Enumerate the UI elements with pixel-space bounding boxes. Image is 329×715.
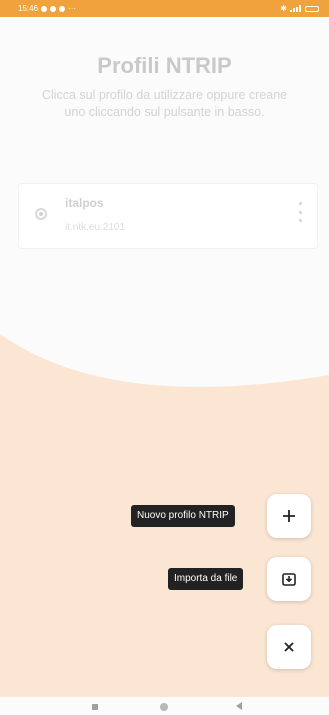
import-file-icon	[282, 573, 296, 586]
more-options-icon[interactable]	[299, 202, 303, 222]
profile-detail: it.ntk.eu:2101	[65, 222, 126, 233]
import-file-label[interactable]: Importa da file	[168, 568, 244, 590]
home-icon[interactable]	[160, 703, 168, 711]
signal-icon	[290, 5, 302, 12]
profile-name: italpos	[65, 196, 104, 210]
back-icon[interactable]	[236, 702, 242, 710]
status-bar: 15:46 ··· ✱	[0, 0, 329, 17]
status-bar-left: 15:46 ···	[18, 4, 76, 13]
status-time: 15:46	[18, 4, 39, 13]
bluetooth-icon: ✱	[280, 4, 287, 13]
app-notification-icon	[59, 5, 66, 12]
more-notifications-icon: ···	[68, 4, 77, 13]
plus-icon	[283, 510, 295, 522]
import-file-button[interactable]	[267, 557, 311, 601]
profile-card-italpos[interactable]: italpos it.ntk.eu:2101	[18, 183, 318, 249]
page-title: Profili NTRIP	[97, 53, 232, 78]
close-speed-dial-button[interactable]	[267, 625, 311, 669]
close-icon	[284, 642, 294, 652]
location-icon	[50, 5, 57, 12]
new-profile-button[interactable]	[267, 494, 311, 538]
battery-icon	[305, 5, 319, 12]
status-bar-right: ✱	[280, 4, 319, 13]
ntrip-profiles-screen: Profili NTRIP Clicca sul profilo da util…	[0, 17, 329, 697]
navigation-bar	[0, 697, 329, 715]
notification-icon	[41, 5, 48, 12]
recent-apps-icon[interactable]	[92, 704, 98, 710]
new-profile-label[interactable]: Nuovo profilo NTRIP	[131, 505, 235, 527]
profile-radio-button[interactable]	[35, 208, 47, 220]
page-subtitle: Clicca sul profilo da utilizzare oppure …	[41, 88, 288, 119]
